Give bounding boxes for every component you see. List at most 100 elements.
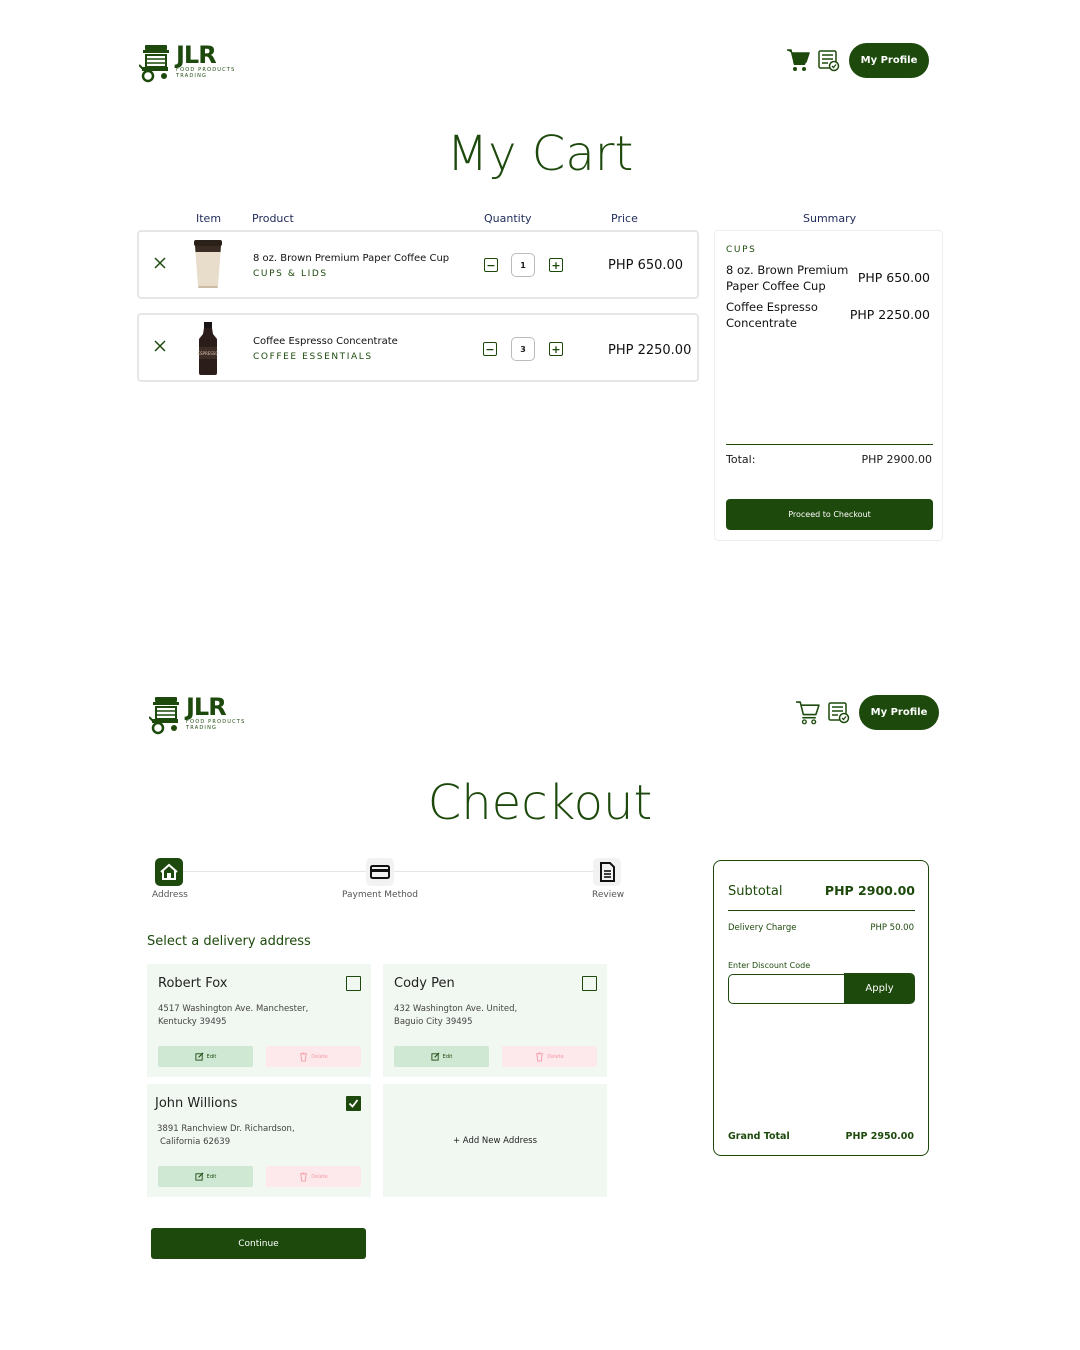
edit-icon (431, 1052, 440, 1061)
decrease-quantity-button[interactable]: − (484, 258, 498, 272)
step-payment-method[interactable] (366, 858, 394, 886)
summary-line-price: PHP 2250.00 (849, 307, 930, 322)
edit-icon (195, 1172, 204, 1181)
step-label: Address (152, 890, 188, 900)
edit-address-button[interactable]: Edit (394, 1046, 489, 1067)
checkmark-icon (348, 1099, 359, 1108)
address-card[interactable]: Cody Pen 432 Washington Ave. United, Bag… (383, 964, 607, 1077)
summary-line-name: Coffee Espresso Concentrate (726, 300, 818, 330)
delete-label: Delete (311, 1053, 328, 1060)
discount-code-label: Enter Discount Code (728, 961, 811, 970)
section-heading: Select a delivery address (147, 934, 311, 949)
address-name: John Willions (155, 1096, 238, 1111)
delivery-charge-label: Delivery Charge (728, 923, 797, 933)
remove-item-icon[interactable] (153, 339, 167, 353)
cart-summary: CUPS 8 oz. Brown Premium Paper Coffee Cu… (714, 230, 943, 541)
cart-page-title: My Cart (446, 126, 634, 182)
delete-address-button[interactable]: Delete (502, 1046, 597, 1067)
checkout-page-title: Checkout (427, 775, 653, 831)
step-connector (183, 871, 366, 872)
delete-label: Delete (311, 1173, 328, 1180)
summary-line-price: PHP 650.00 (857, 270, 930, 285)
apply-discount-button[interactable]: Apply (844, 973, 915, 1004)
order-summary: Subtotal PHP 2900.00 Delivery Charge PHP… (713, 860, 929, 1156)
document-icon (600, 862, 615, 882)
column-product: Product (252, 212, 294, 225)
cart-icon[interactable] (795, 700, 820, 725)
credit-card-icon (370, 865, 390, 879)
subtotal-value: PHP 2900.00 (824, 883, 915, 898)
address-text: 4517 Washington Ave. Manchester, Kentuck… (158, 1003, 358, 1029)
address-line: Kentucky 39495 (158, 1017, 227, 1027)
summary-line-name: 8 oz. Brown Premium Paper Coffee Cup (726, 263, 849, 293)
address-card[interactable]: Robert Fox 4517 Washington Ave. Manchest… (147, 964, 371, 1077)
delete-address-button[interactable]: Delete (266, 1166, 361, 1187)
brand-subtitle-2: TRADING (186, 725, 218, 731)
increase-quantity-button[interactable]: + (549, 342, 563, 356)
step-connector (393, 871, 593, 872)
increase-quantity-button[interactable]: + (549, 258, 563, 272)
product-price: PHP 650.00 (608, 258, 684, 273)
address-select-checkbox[interactable] (582, 976, 597, 991)
home-icon (160, 863, 178, 880)
decrease-quantity-button[interactable]: − (483, 342, 497, 356)
remove-item-icon[interactable] (153, 256, 167, 270)
grand-total-label: Grand Total (728, 1131, 790, 1142)
product-category: COFFEE ESSENTIALS (253, 352, 373, 362)
quantity-field[interactable]: 3 (511, 337, 535, 361)
order-history-icon[interactable] (828, 702, 850, 724)
proceed-to-checkout-button[interactable]: Proceed to Checkout (726, 499, 933, 530)
product-name: 8 oz. Brown Premium Paper Coffee Cup (253, 253, 450, 264)
address-text: 432 Washington Ave. United, Baguio City … (394, 1003, 594, 1029)
step-review[interactable] (593, 858, 621, 886)
edit-address-button[interactable]: Edit (158, 1166, 253, 1187)
address-line: 4517 Washington Ave. Manchester, (158, 1004, 309, 1014)
delete-label: Delete (547, 1053, 564, 1060)
edit-icon (195, 1052, 204, 1061)
address-line: Baguio City 39495 (394, 1017, 473, 1027)
coffee-cup-image (194, 240, 222, 288)
brand-logo[interactable]: JLR FOOD PRODUCTS TRADING (139, 43, 235, 83)
brand-subtitle-2: TRADING (176, 73, 208, 79)
order-history-icon[interactable] (818, 50, 840, 72)
discount-code-input[interactable] (728, 974, 846, 1004)
cart-row: ESPRESSO Coffee Espresso Concentrate COF… (137, 313, 699, 382)
brand-letters: JLR (186, 693, 227, 721)
subtotal-label: Subtotal (728, 884, 783, 899)
summary-divider (728, 910, 915, 911)
address-card[interactable]: John Willions 3891 Ranchview Dr. Richard… (147, 1084, 371, 1197)
address-select-checkbox[interactable] (346, 976, 361, 991)
address-line: 3891 Ranchview Dr. Richardson, (157, 1124, 295, 1134)
address-select-checkbox[interactable] (346, 1096, 361, 1111)
address-name: Cody Pen (394, 976, 455, 991)
espresso-bottle-image: ESPRESSO (197, 322, 219, 375)
my-profile-button[interactable]: My Profile (849, 43, 929, 78)
food-cart-logo-icon (149, 697, 179, 735)
summary-category: CUPS (726, 245, 757, 255)
brand-logo[interactable]: JLR FOOD PRODUCTS TRADING (149, 695, 245, 735)
product-price: PHP 2250.00 (608, 343, 692, 358)
my-profile-button[interactable]: My Profile (859, 695, 939, 730)
total-value: PHP 2900.00 (861, 453, 932, 466)
trash-icon (536, 1052, 544, 1061)
trash-icon (300, 1172, 308, 1181)
address-name: Robert Fox (158, 976, 228, 991)
add-new-address-button[interactable]: + Add New Address (383, 1084, 607, 1197)
delete-address-button[interactable]: Delete (266, 1046, 361, 1067)
delivery-charge-value: PHP 50.00 (870, 923, 914, 933)
cart-icon[interactable] (786, 48, 810, 72)
trash-icon (300, 1052, 308, 1061)
grand-total-value: PHP 2950.00 (845, 1131, 914, 1142)
address-line: California 62639 (160, 1137, 231, 1147)
quantity-field[interactable]: 1 (511, 253, 535, 277)
step-address[interactable] (155, 858, 183, 886)
continue-button[interactable]: Continue (151, 1228, 366, 1259)
edit-address-button[interactable]: Edit (158, 1046, 253, 1067)
product-category: CUPS & LIDS (253, 269, 328, 279)
column-summary: Summary (803, 212, 857, 225)
total-label: Total: (726, 453, 756, 466)
step-label: Review (592, 890, 625, 900)
food-cart-logo-icon (139, 45, 169, 83)
address-line: 432 Washington Ave. United, (394, 1004, 518, 1014)
address-text: 3891 Ranchview Dr. Richardson, Californi… (157, 1123, 357, 1149)
